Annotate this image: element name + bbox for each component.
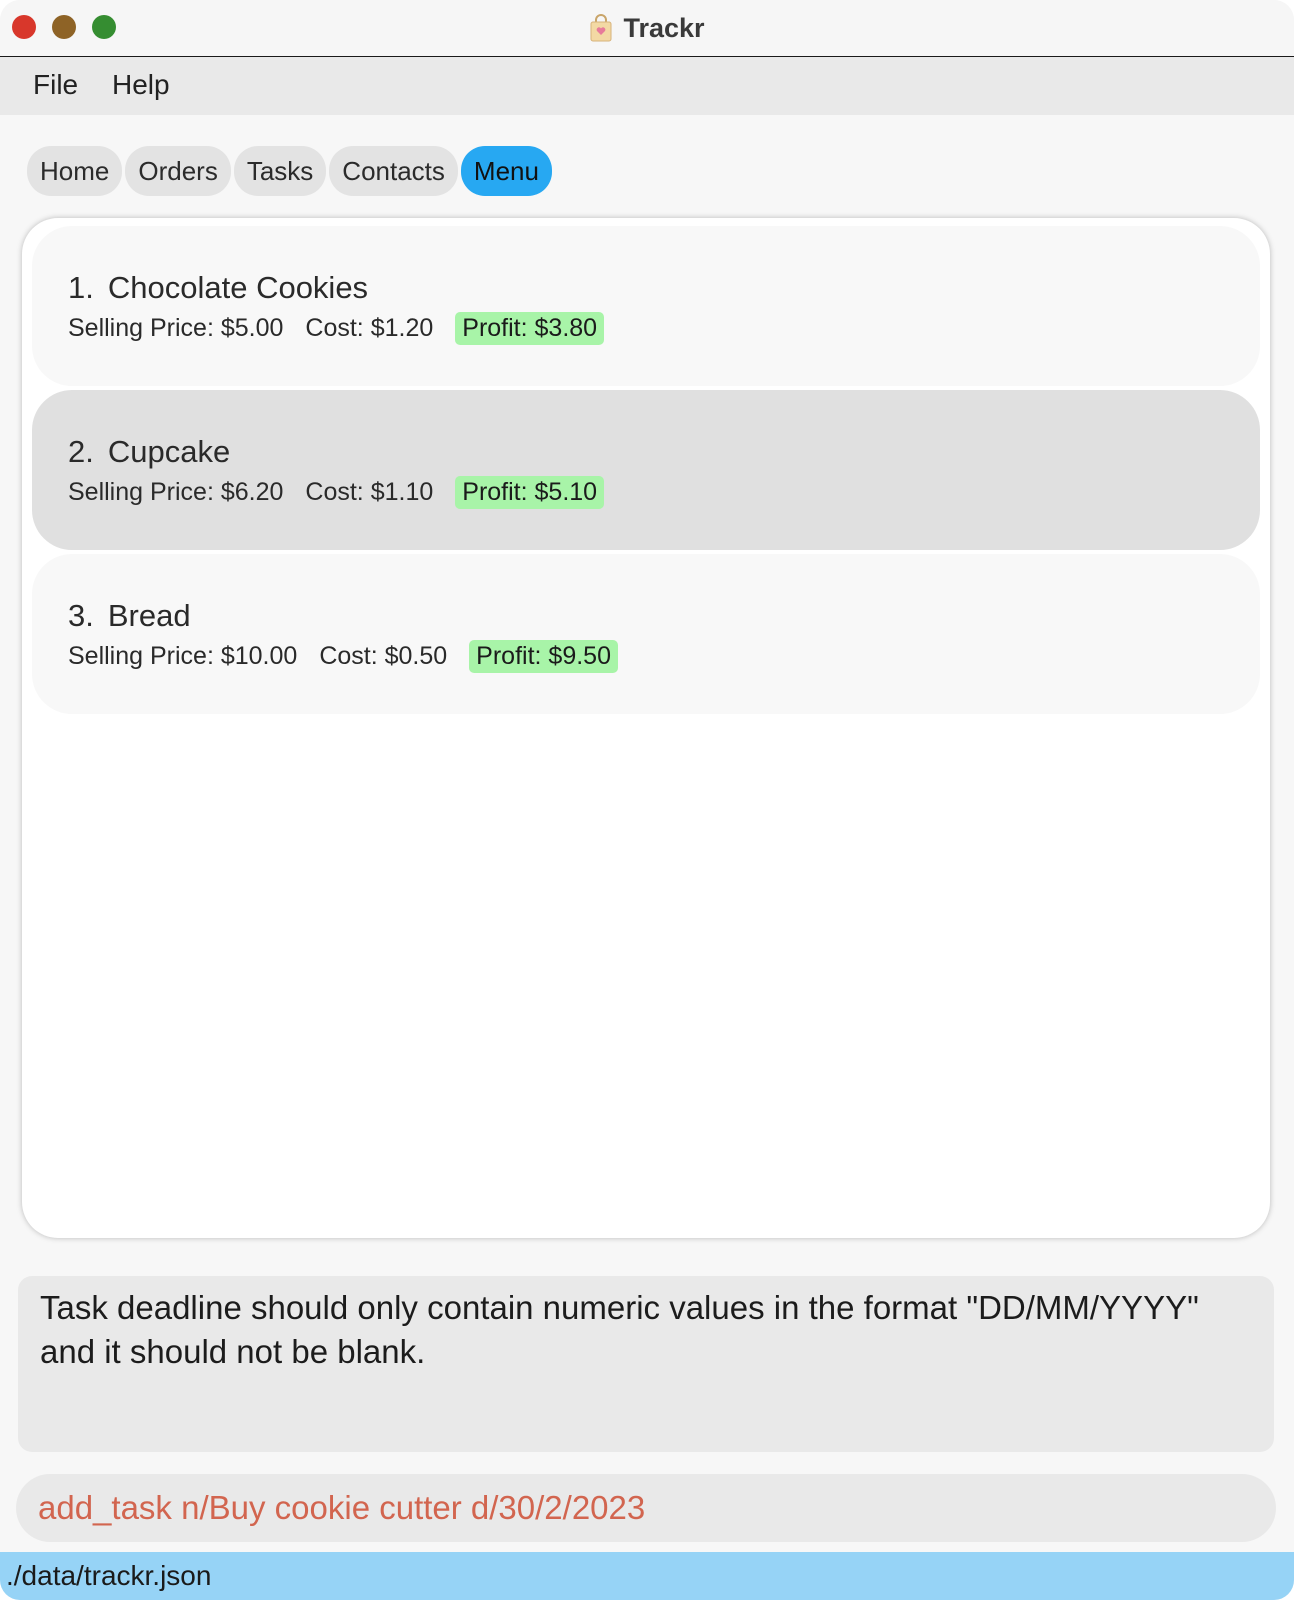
tab-home[interactable]: Home — [27, 146, 123, 196]
item-index: 3. — [68, 598, 94, 633]
cost: Cost: $1.20 — [305, 314, 434, 342]
selling-price: Selling Price: $10.00 — [68, 642, 298, 670]
profit-badge: Profit: $9.50 — [469, 640, 618, 673]
result-display[interactable]: Task deadline should only contain numeri… — [18, 1276, 1274, 1452]
menu-file[interactable]: File — [33, 69, 78, 101]
item-details: Selling Price: $5.00 Cost: $1.20 Profit:… — [68, 312, 605, 345]
item-details: Selling Price: $6.20 Cost: $1.10 Profit:… — [68, 476, 605, 509]
title-bar: Trackr — [0, 0, 1294, 57]
profit-badge: Profit: $3.80 — [455, 312, 605, 345]
tab-menu[interactable]: Menu — [460, 146, 552, 196]
menu-bar: File Help — [0, 57, 1294, 115]
list-item[interactable]: 3. Bread Selling Price: $10.00 Cost: $0.5… — [32, 554, 1260, 714]
selling-price: Selling Price: $5.00 — [68, 314, 284, 342]
window-title-group: Trackr — [0, 0, 1294, 56]
item-index: 1. — [68, 270, 94, 305]
item-title: 2. Cupcake — [68, 434, 230, 470]
profit-badge: Profit: $5.10 — [455, 476, 605, 509]
tab-tasks[interactable]: Tasks — [233, 146, 327, 196]
item-details: Selling Price: $10.00 Cost: $0.50 Profit… — [68, 640, 618, 673]
list-item[interactable]: 2. Cupcake Selling Price: $6.20 Cost: $1.… — [32, 390, 1260, 550]
tab-bar: Home Orders Tasks Contacts Menu — [27, 146, 552, 196]
command-input[interactable]: add_task n/Buy cookie cutter d/30/2/2023 — [16, 1474, 1276, 1542]
status-bar-file-path: ./data/trackr.json — [0, 1552, 1294, 1600]
cost: Cost: $0.50 — [319, 642, 448, 670]
item-name: Chocolate Cookies — [107, 270, 369, 305]
item-name: Bread — [107, 598, 191, 633]
list-item[interactable]: 1. Chocolate Cookies Selling Price: $5.00… — [32, 226, 1260, 386]
app-window: Trackr File Help Home Orders Tasks Conta… — [0, 0, 1294, 1600]
shopping-bag-icon — [589, 14, 613, 42]
selling-price: Selling Price: $6.20 — [68, 478, 284, 506]
menu-help[interactable]: Help — [112, 69, 170, 101]
item-index: 2. — [68, 434, 94, 469]
tab-orders[interactable]: Orders — [125, 146, 231, 196]
cost: Cost: $1.10 — [305, 478, 434, 506]
item-name: Cupcake — [107, 434, 231, 469]
window-title: Trackr — [623, 12, 705, 43]
menu-item-list[interactable]: 1. Chocolate Cookies Selling Price: $5.00… — [22, 218, 1270, 1238]
item-title: 3. Bread — [68, 598, 191, 634]
item-title: 1. Chocolate Cookies — [68, 270, 368, 306]
tab-contacts[interactable]: Contacts — [329, 146, 458, 196]
